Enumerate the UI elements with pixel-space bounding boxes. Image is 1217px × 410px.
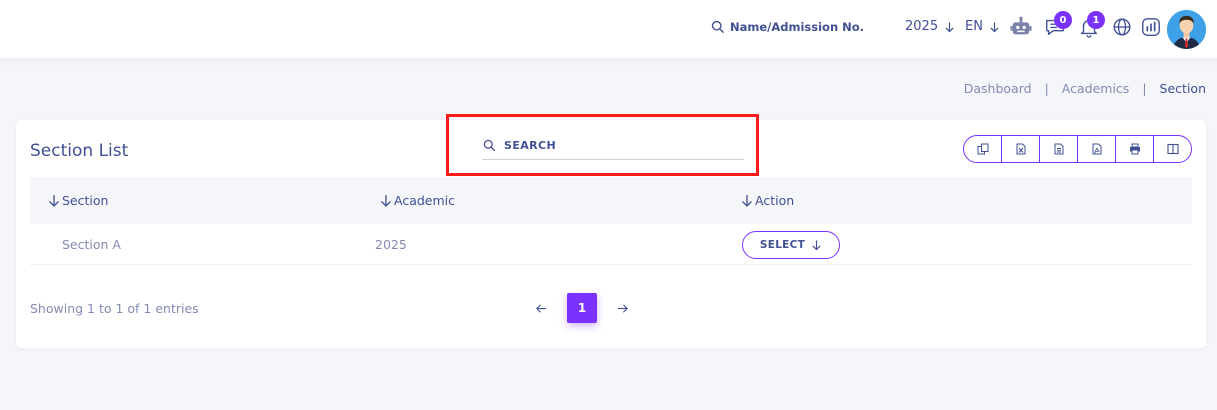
copy-button[interactable] — [964, 136, 1002, 162]
notifications-badge: 1 — [1087, 11, 1105, 29]
year-select[interactable]: 2025 — [905, 19, 955, 34]
table-info: Showing 1 to 1 of 1 entries — [30, 301, 199, 316]
pagination: 1 — [534, 293, 630, 323]
arrow-down-icon — [812, 240, 821, 251]
page-title: Section List — [30, 141, 129, 161]
arrow-left-icon — [536, 303, 547, 313]
cell-section: Section A — [62, 237, 121, 252]
breadcrumb-section: Section — [1159, 81, 1206, 96]
analytics-icon[interactable] — [1139, 15, 1163, 39]
search-icon — [483, 139, 496, 151]
select-button-label: SELECT — [759, 239, 806, 251]
page-number-button[interactable]: 1 — [567, 293, 597, 323]
globe-icon[interactable] — [1110, 15, 1134, 39]
column-header-section[interactable]: Section — [48, 193, 108, 208]
search-highlight-box — [446, 114, 759, 176]
pdf-icon — [1092, 143, 1101, 155]
chatbot-icon[interactable] — [1009, 15, 1033, 39]
sort-arrow-icon — [381, 195, 391, 207]
messages-badge: 0 — [1054, 11, 1072, 29]
sort-arrow-icon — [49, 195, 59, 207]
arrow-down-icon — [990, 21, 999, 32]
excel-button[interactable] — [1002, 136, 1040, 162]
csv-icon — [1054, 143, 1063, 155]
column-header-action[interactable]: Action — [741, 193, 794, 208]
breadcrumb-academics[interactable]: Academics — [1062, 81, 1130, 96]
excel-icon — [1016, 143, 1025, 155]
copy-icon — [977, 143, 988, 155]
next-page-button[interactable] — [615, 301, 630, 316]
arrow-right-icon — [617, 303, 628, 313]
header-search[interactable]: Name/Admission No. — [711, 20, 864, 34]
column-label: Academic — [394, 193, 456, 208]
user-avatar-icon — [1167, 10, 1206, 49]
header-search-label: Name/Admission No. — [730, 20, 865, 34]
search-input[interactable] — [504, 138, 734, 152]
table-header: Section Academic Action — [30, 177, 1192, 224]
year-value: 2025 — [905, 19, 939, 34]
table-search — [482, 131, 744, 160]
columns-button[interactable] — [1154, 136, 1191, 162]
select-button[interactable]: SELECT — [742, 231, 840, 259]
column-label: Section — [62, 193, 109, 208]
breadcrumb-dashboard[interactable]: Dashboard — [964, 81, 1032, 96]
print-icon — [1129, 143, 1140, 155]
cell-academic: 2025 — [375, 237, 407, 252]
table-row: Section A 2025 SELECT — [30, 224, 1192, 265]
avatar[interactable] — [1167, 10, 1206, 49]
column-header-academic[interactable]: Academic — [380, 193, 455, 208]
pdf-button[interactable] — [1078, 136, 1116, 162]
breadcrumb: Dashboard | Academics | Section — [964, 81, 1206, 96]
sort-arrow-icon — [742, 195, 752, 207]
columns-icon — [1166, 143, 1179, 155]
export-button-group — [963, 135, 1192, 163]
language-select[interactable]: EN — [965, 19, 1000, 34]
arrow-down-icon — [945, 21, 954, 32]
top-header: Name/Admission No. 2025 EN 0 1 — [0, 0, 1217, 58]
search-icon — [711, 20, 724, 33]
previous-page-button[interactable] — [534, 301, 549, 316]
language-value: EN — [965, 19, 983, 34]
column-label: Action — [755, 193, 795, 208]
breadcrumb-separator: | — [1142, 81, 1147, 96]
breadcrumb-separator: | — [1044, 81, 1049, 96]
section-list-card: Section List Section — [16, 114, 1206, 348]
print-button[interactable] — [1116, 136, 1154, 162]
csv-button[interactable] — [1040, 136, 1078, 162]
